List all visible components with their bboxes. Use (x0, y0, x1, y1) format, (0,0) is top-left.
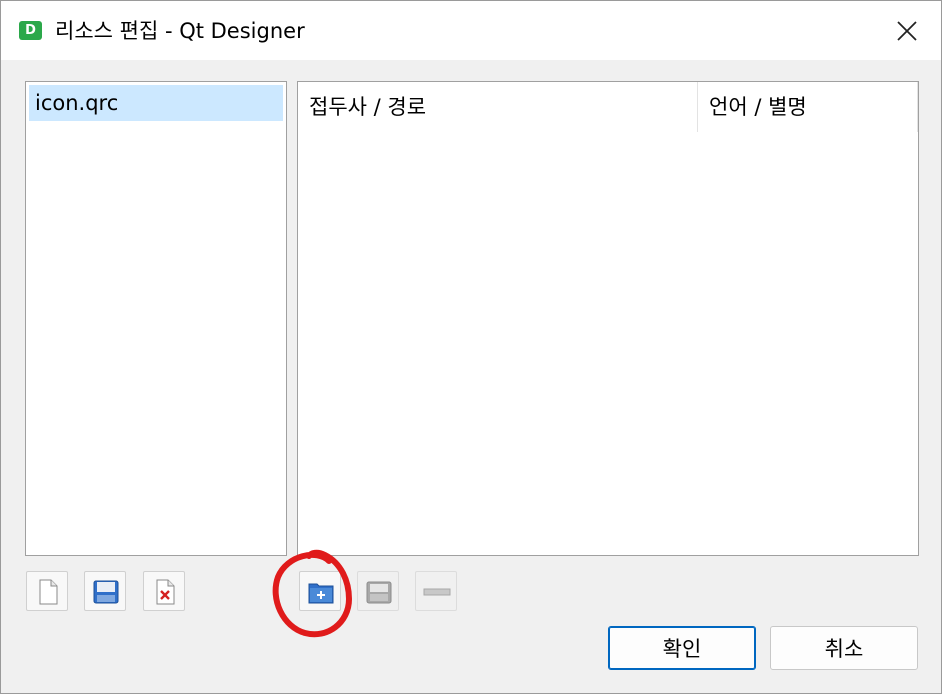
new-resource-file-button[interactable] (26, 571, 68, 611)
column-header-prefix-path[interactable]: 접두사 / 경로 (298, 82, 698, 132)
add-prefix-button[interactable] (299, 571, 341, 611)
cancel-button[interactable]: 취소 (770, 626, 918, 670)
remove-file-icon (156, 579, 175, 605)
add-files-button[interactable] (357, 571, 399, 611)
save-resource-file-button[interactable] (84, 571, 126, 611)
save-icon (93, 580, 119, 604)
close-button[interactable] (881, 11, 933, 51)
close-icon (897, 21, 917, 41)
resource-editor-dialog: D 리소스 편집 - Qt Designer icon.qrc 접두사 / 경로… (0, 0, 942, 694)
remove-icon (423, 588, 451, 596)
column-header-language-alias-label: 언어 / 별명 (709, 95, 807, 119)
add-prefix-folder-icon (308, 583, 334, 604)
ok-button[interactable]: 확인 (608, 626, 756, 670)
new-file-icon (39, 579, 58, 605)
window-title: 리소스 편집 - Qt Designer (55, 19, 305, 43)
app-icon-letter: D (25, 23, 36, 38)
file-item-label: icon.qrc (35, 91, 119, 115)
title-bar[interactable]: D 리소스 편집 - Qt Designer (1, 1, 941, 60)
remove-resource-button[interactable] (415, 571, 457, 611)
table-header: 접두사 / 경로 언어 / 별명 (298, 82, 918, 132)
column-header-language-alias[interactable]: 언어 / 별명 (698, 82, 918, 132)
column-header-prefix-path-label: 접두사 / 경로 (309, 95, 427, 119)
add-files-icon (366, 581, 392, 604)
qt-designer-app-icon: D (19, 21, 42, 40)
resources-table[interactable]: 접두사 / 경로 언어 / 별명 (297, 81, 919, 556)
resource-file-list[interactable]: icon.qrc (25, 81, 287, 556)
list-item-icon-qrc[interactable]: icon.qrc (29, 85, 283, 121)
remove-resource-file-button[interactable] (143, 571, 185, 611)
